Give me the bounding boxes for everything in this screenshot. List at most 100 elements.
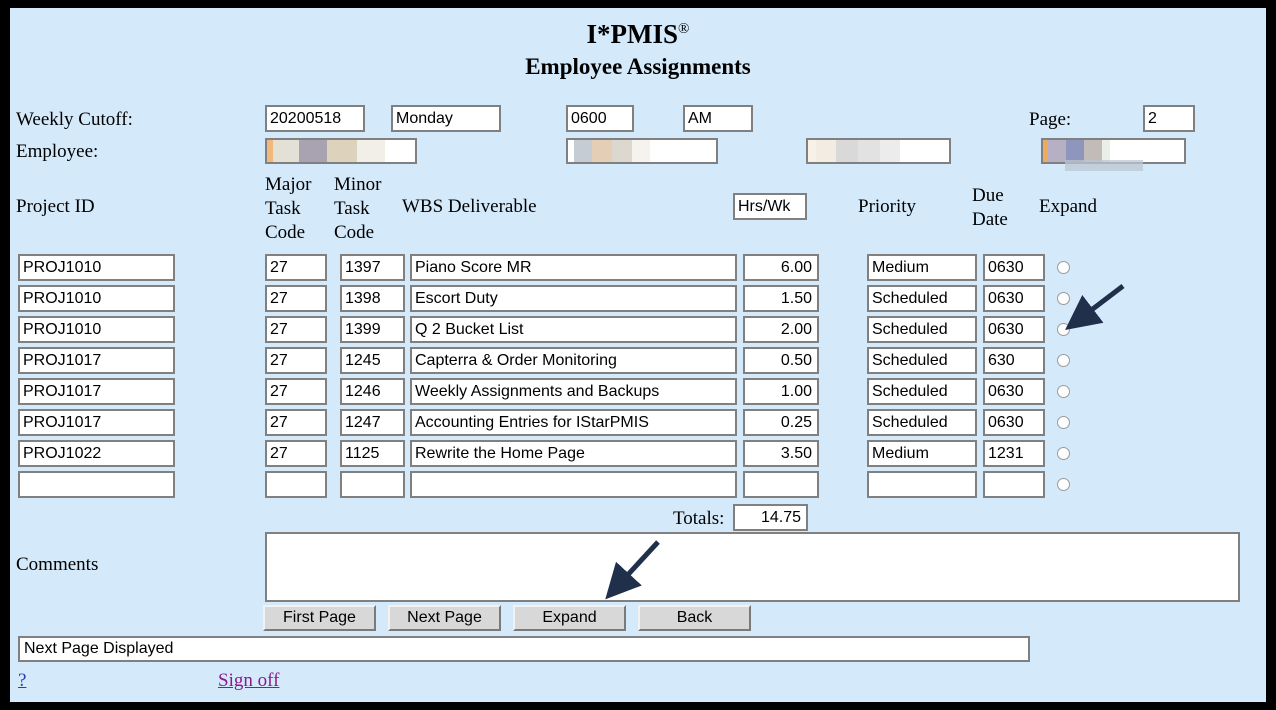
priority-input[interactable]: Scheduled (867, 378, 977, 405)
due-date-input[interactable]: 0630 (983, 378, 1045, 405)
major-task-code-input[interactable]: 27 (265, 378, 327, 405)
due-date-input[interactable]: 1231 (983, 440, 1045, 467)
wbs-deliverable-input[interactable]: Q 2 Bucket List (410, 316, 737, 343)
employee-id-input[interactable] (265, 138, 417, 164)
wbs-deliverable-input[interactable]: Weekly Assignments and Backups (410, 378, 737, 405)
project-id-input[interactable]: PROJ1022 (18, 440, 175, 467)
hrs-per-week-input[interactable]: 3.50 (743, 440, 819, 467)
priority-input[interactable]: Medium (867, 440, 977, 467)
wbs-deliverable-input[interactable] (410, 471, 737, 498)
employee-label: Employee: (16, 141, 98, 163)
major-task-code-input[interactable]: 27 (265, 347, 327, 374)
column-header-expand: Expand (1039, 196, 1097, 218)
hrs-per-week-input[interactable]: 0.25 (743, 409, 819, 436)
priority-input[interactable]: Scheduled (867, 285, 977, 312)
row-8-expand-radio[interactable] (1057, 478, 1070, 491)
employee-extra-input[interactable] (806, 138, 951, 164)
project-id-input[interactable] (18, 471, 175, 498)
sign-off-link[interactable]: Sign off (218, 670, 279, 692)
priority-input[interactable]: Scheduled (867, 409, 977, 436)
cutoff-day-input[interactable]: Monday (391, 105, 501, 132)
redacted-content (808, 140, 949, 162)
project-id-input[interactable]: PROJ1010 (18, 316, 175, 343)
wbs-deliverable-input[interactable]: Rewrite the Home Page (410, 440, 737, 467)
due-date-input[interactable]: 630 (983, 347, 1045, 374)
project-id-input[interactable]: PROJ1017 (18, 409, 175, 436)
wbs-deliverable-input[interactable]: Capterra & Order Monitoring (410, 347, 737, 374)
row-6-expand-radio[interactable] (1057, 416, 1070, 429)
redacted-content (568, 140, 716, 162)
totals-label: Totals: (673, 508, 724, 530)
column-header-minor-task-code: MinorTaskCode (334, 173, 382, 245)
hrs-per-week-input[interactable] (743, 471, 819, 498)
column-header-due-date: DueDate (972, 184, 1008, 232)
row-1-expand-radio[interactable] (1057, 261, 1070, 274)
totals-value: 14.75 (733, 504, 808, 531)
minor-task-code-input[interactable]: 1247 (340, 409, 405, 436)
cutoff-date-input[interactable]: 20200518 (265, 105, 365, 132)
priority-input[interactable]: Scheduled (867, 316, 977, 343)
back-button[interactable]: Back (638, 605, 751, 631)
hrs-per-week-input[interactable]: 2.00 (743, 316, 819, 343)
column-header-priority: Priority (858, 196, 916, 218)
registered-mark-icon: ® (678, 21, 689, 37)
help-link[interactable]: ? (18, 670, 26, 692)
page-subtitle: Employee Assignments (10, 54, 1266, 80)
major-task-code-input[interactable]: 27 (265, 440, 327, 467)
comments-label: Comments (16, 554, 98, 576)
minor-task-code-input[interactable]: 1125 (340, 440, 405, 467)
column-header-major-task-code: MajorTaskCode (265, 173, 311, 245)
page-label: Page: (1029, 109, 1071, 131)
wbs-deliverable-input[interactable]: Piano Score MR (410, 254, 737, 281)
priority-input[interactable] (867, 471, 977, 498)
project-id-input[interactable]: PROJ1010 (18, 254, 175, 281)
first-page-button[interactable]: First Page (263, 605, 376, 631)
row-2-expand-radio[interactable] (1057, 292, 1070, 305)
page-title: I*PMIS® (10, 20, 1266, 48)
major-task-code-input[interactable]: 27 (265, 285, 327, 312)
major-task-code-input[interactable]: 27 (265, 316, 327, 343)
employee-name-input[interactable] (566, 138, 718, 164)
row-4-expand-radio[interactable] (1057, 354, 1070, 367)
minor-task-code-input[interactable]: 1399 (340, 316, 405, 343)
priority-input[interactable]: Scheduled (867, 347, 977, 374)
next-page-button[interactable]: Next Page (388, 605, 501, 631)
hrs-per-week-input[interactable]: 1.50 (743, 285, 819, 312)
minor-task-code-input[interactable] (340, 471, 405, 498)
hrs-per-week-input[interactable]: 0.50 (743, 347, 819, 374)
redaction-smudge (1065, 160, 1143, 171)
row-7-expand-radio[interactable] (1057, 447, 1070, 460)
hrs-per-week-input[interactable]: 6.00 (743, 254, 819, 281)
priority-input[interactable]: Medium (867, 254, 977, 281)
hrs-wk-header-input[interactable]: Hrs/Wk (733, 193, 807, 220)
major-task-code-input[interactable] (265, 471, 327, 498)
due-date-input[interactable]: 0630 (983, 285, 1045, 312)
page-number-input[interactable]: 2 (1143, 105, 1195, 132)
page-title-block: I*PMIS® Employee Assignments (10, 8, 1266, 80)
major-task-code-input[interactable]: 27 (265, 254, 327, 281)
minor-task-code-input[interactable]: 1398 (340, 285, 405, 312)
expand-button[interactable]: Expand (513, 605, 626, 631)
wbs-deliverable-input[interactable]: Escort Duty (410, 285, 737, 312)
column-header-project-id: Project ID (16, 196, 95, 218)
due-date-input[interactable]: 0630 (983, 316, 1045, 343)
minor-task-code-input[interactable]: 1245 (340, 347, 405, 374)
comments-textarea[interactable] (265, 532, 1240, 602)
hrs-per-week-input[interactable]: 1.00 (743, 378, 819, 405)
project-id-input[interactable]: PROJ1010 (18, 285, 175, 312)
row-3-expand-radio[interactable] (1057, 323, 1070, 336)
major-task-code-input[interactable]: 27 (265, 409, 327, 436)
status-bar: Next Page Displayed (18, 636, 1030, 662)
minor-task-code-input[interactable]: 1397 (340, 254, 405, 281)
project-id-input[interactable]: PROJ1017 (18, 347, 175, 374)
cutoff-ampm-input[interactable]: AM (683, 105, 753, 132)
wbs-deliverable-input[interactable]: Accounting Entries for IStarPMIS (410, 409, 737, 436)
due-date-input[interactable]: 0630 (983, 254, 1045, 281)
redacted-content (267, 140, 415, 162)
due-date-input[interactable] (983, 471, 1045, 498)
minor-task-code-input[interactable]: 1246 (340, 378, 405, 405)
cutoff-time-input[interactable]: 0600 (566, 105, 634, 132)
project-id-input[interactable]: PROJ1017 (18, 378, 175, 405)
due-date-input[interactable]: 0630 (983, 409, 1045, 436)
row-5-expand-radio[interactable] (1057, 385, 1070, 398)
